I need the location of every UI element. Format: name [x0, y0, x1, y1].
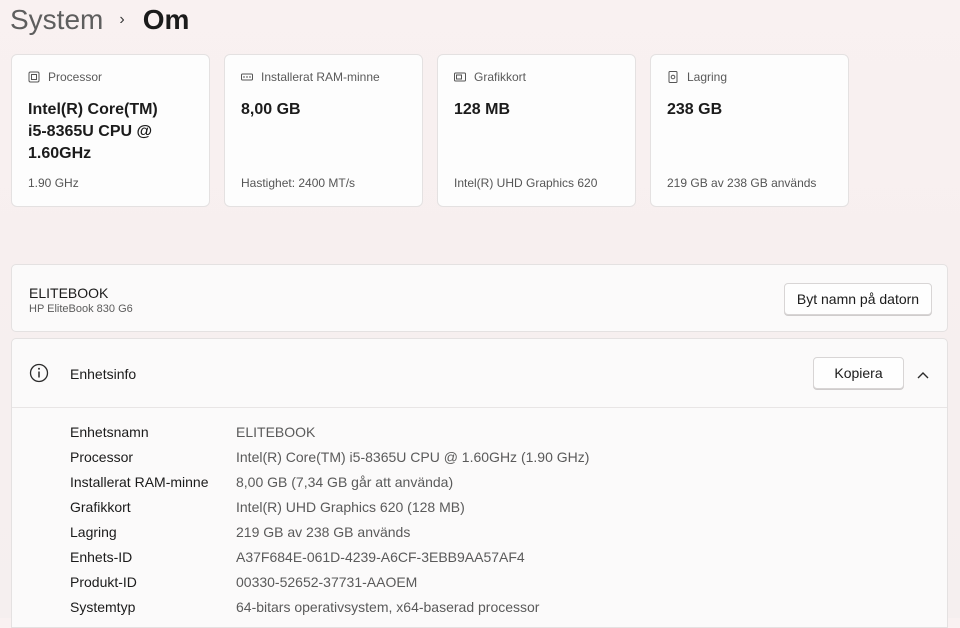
spec-value: 00330-52652-37731-AAOEM: [236, 573, 418, 590]
card-label: Lagring: [687, 70, 728, 84]
card-header: Grafikkort: [454, 70, 619, 84]
spec-row-graphics: Grafikkort Intel(R) UHD Graphics 620 (12…: [70, 494, 589, 519]
card-header: Processor: [28, 70, 193, 84]
card-value: 128 MB: [454, 101, 511, 118]
breadcrumb: System › Om: [10, 2, 189, 38]
copy-button[interactable]: Kopiera: [813, 357, 904, 389]
spec-value: Intel(R) Core(TM) i5-8365U CPU @ 1.60GHz…: [236, 448, 590, 465]
device-info-panel: Enhetsinfo Kopiera Enhetsnamn ELITEBOOK …: [11, 338, 948, 628]
card-value: 238 GB: [667, 101, 723, 118]
spec-label: Systemtyp: [70, 598, 136, 615]
card-processor: Processor Intel(R) Core(TM) i5-8365U CPU…: [11, 54, 210, 207]
spec-value: Intel(R) UHD Graphics 620 (128 MB): [236, 498, 465, 515]
spec-row-ram: Installerat RAM-minne 8,00 GB (7,34 GB g…: [70, 469, 589, 494]
device-model: HP EliteBook 830 G6: [29, 303, 133, 315]
breadcrumb-separator-icon: ›: [119, 11, 125, 28]
chevron-up-icon[interactable]: [916, 367, 930, 379]
spec-row-device-id: Enhets-ID A37F684E-061D-4239-A6CF-3EBB9A…: [70, 544, 589, 569]
rename-pc-button[interactable]: Byt namn på datorn: [784, 283, 932, 315]
card-label: Processor: [48, 70, 103, 84]
card-label: Installerat RAM-minne: [261, 70, 380, 84]
spec-value: ELITEBOOK: [236, 423, 316, 440]
card-graphics: Grafikkort 128 MB Intel(R) UHD Graphics …: [437, 54, 636, 207]
spec-row-product-id: Produkt-ID 00330-52652-37731-AAOEM: [70, 569, 589, 594]
card-storage: Lagring 238 GB 219 GB av 238 GB används: [650, 54, 849, 207]
spec-value: 219 GB av 238 GB används: [236, 523, 411, 540]
cpu-icon: [28, 71, 40, 83]
spec-label: Enhetsnamn: [70, 423, 149, 440]
ram-icon: [241, 71, 253, 83]
gpu-icon: [454, 71, 466, 83]
card-subtext: 1.90 GHz: [28, 176, 79, 190]
card-subtext: 219 GB av 238 GB används: [667, 176, 817, 190]
card-ram: Installerat RAM-minne 8,00 GB Hastighet:…: [224, 54, 423, 207]
spec-label: Grafikkort: [70, 498, 131, 515]
spec-label: Produkt-ID: [70, 573, 137, 590]
spec-label: Lagring: [70, 523, 117, 540]
device-name: ELITEBOOK: [29, 285, 109, 301]
device-info-header[interactable]: Enhetsinfo Kopiera: [12, 339, 947, 408]
spec-label: Enhets-ID: [70, 548, 133, 565]
breadcrumb-system-link[interactable]: System: [10, 4, 103, 36]
device-info-title: Enhetsinfo: [70, 366, 137, 382]
storage-icon: [667, 71, 679, 83]
page-title: Om: [142, 4, 190, 35]
card-header: Lagring: [667, 70, 832, 84]
device-name-panel: ELITEBOOK HP EliteBook 830 G6 Byt namn p…: [11, 264, 948, 332]
spec-value: 64-bitars operativsystem, x64-baserad pr…: [236, 598, 540, 615]
card-label: Grafikkort: [474, 70, 527, 84]
spec-row-storage: Lagring 219 GB av 238 GB används: [70, 519, 589, 544]
card-header: Installerat RAM-minne: [241, 70, 406, 84]
spec-row-device-name: Enhetsnamn ELITEBOOK: [70, 419, 589, 444]
spec-value: A37F684E-061D-4239-A6CF-3EBB9AA57AF4: [236, 548, 525, 565]
spec-row-processor: Processor Intel(R) Core(TM) i5-8365U CPU…: [70, 444, 589, 469]
card-subtext: Intel(R) UHD Graphics 620: [454, 176, 598, 190]
card-subtext: Hastighet: 2400 MT/s: [241, 176, 356, 190]
info-icon: [29, 363, 49, 383]
card-value: Intel(R) Core(TM) i5-8365U CPU @ 1.60GHz: [28, 101, 158, 162]
spec-row-system-type: Systemtyp 64-bitars operativsystem, x64-…: [70, 594, 589, 619]
spec-cards: Processor Intel(R) Core(TM) i5-8365U CPU…: [11, 54, 849, 207]
spec-value: 8,00 GB (7,34 GB går att använda): [236, 473, 454, 490]
device-spec-list: Enhetsnamn ELITEBOOK Processor Intel(R) …: [70, 419, 589, 619]
spec-label: Processor: [70, 448, 134, 465]
card-value: 8,00 GB: [241, 101, 301, 118]
spec-label: Installerat RAM-minne: [70, 473, 209, 490]
